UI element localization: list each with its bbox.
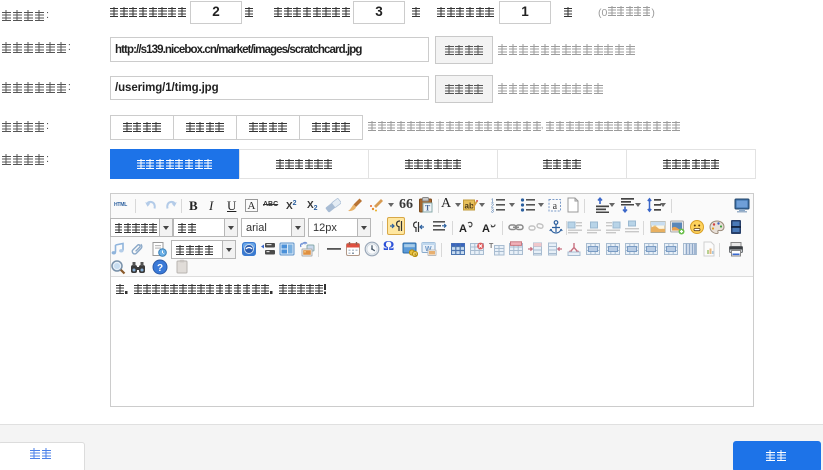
svg-text:ab: ab bbox=[465, 202, 474, 211]
svg-text:?: ? bbox=[157, 263, 163, 274]
svg-text:T: T bbox=[425, 204, 431, 213]
svg-text:a: a bbox=[553, 201, 558, 212]
svg-text:A: A bbox=[459, 223, 467, 235]
svg-text:T: T bbox=[489, 243, 494, 250]
svg-text:3: 3 bbox=[491, 209, 494, 214]
svg-text:A: A bbox=[482, 223, 490, 235]
